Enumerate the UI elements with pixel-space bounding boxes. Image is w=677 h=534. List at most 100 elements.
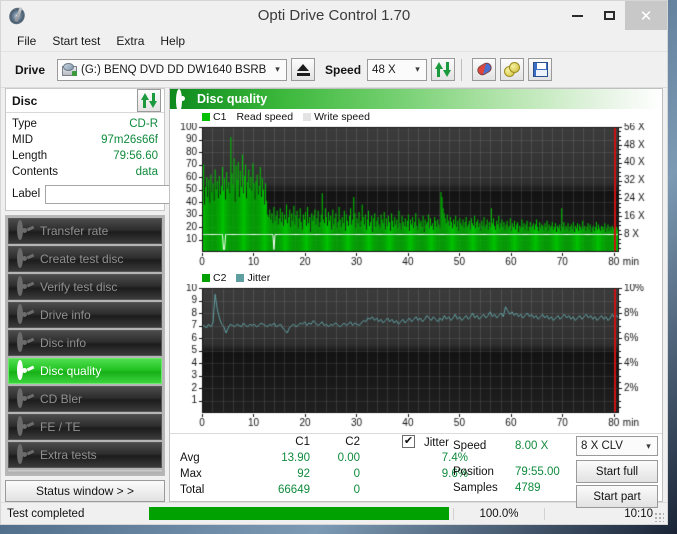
disc-row-value: CD-R: [129, 118, 158, 130]
content-area: Disc Type CD-R MID 97m26s66f Length 79:5…: [1, 88, 667, 508]
c1-read-speed-chart: C1 Read speed Write speed: [172, 111, 660, 268]
jitter-checkbox[interactable]: ✔: [402, 435, 415, 448]
maximize-icon: [603, 11, 615, 20]
sidebar: Disc Type CD-R MID 97m26s66f Length 79:5…: [5, 88, 223, 502]
minimize-icon: [571, 14, 583, 17]
save-button[interactable]: [528, 58, 553, 81]
bitsetting-icon: [503, 61, 521, 78]
menu-bar: File Start test Extra Help: [1, 30, 667, 52]
sidebar-item-transfer-rate[interactable]: Transfer rate: [8, 218, 162, 244]
position-value: 79:55.00: [515, 466, 560, 478]
maximize-button[interactable]: [593, 1, 625, 30]
menu-item-start-test[interactable]: Start test: [44, 32, 108, 50]
c2-jitter-chart: C2 Jitter: [172, 272, 660, 429]
legend-label-read-speed: Read speed: [236, 111, 294, 123]
sidebar-item-cd-bler[interactable]: CD Bler: [8, 386, 162, 412]
disc-panel-title: Disc: [12, 93, 38, 108]
sidebar-item-label: Disc info: [40, 336, 87, 350]
chevron-down-icon: ▾: [415, 64, 420, 74]
sidebar-item-disc-quality[interactable]: Disc quality: [8, 358, 162, 384]
sidebar-item-create-test-disc[interactable]: Create test disc: [8, 246, 162, 272]
erase-disc-button[interactable]: [472, 58, 497, 81]
disc-icon: [17, 220, 35, 240]
refresh-button[interactable]: [431, 58, 456, 81]
erase-disc-icon: [475, 60, 494, 78]
elapsed-time: 10:10: [624, 507, 653, 520]
progress-bar: [149, 507, 449, 520]
speed-readout-label: Speed: [453, 440, 487, 452]
chevron-down-icon: ▾: [275, 64, 280, 74]
c2-plot-area[interactable]: [172, 284, 660, 429]
disc-icon: [17, 248, 35, 268]
sidebar-item-extra-tests[interactable]: Extra tests: [8, 442, 162, 468]
eject-button[interactable]: [291, 58, 316, 81]
disc-row-key: Type: [12, 118, 37, 130]
disc-properties: Type CD-R MID 97m26s66f Length 79:56.60: [6, 113, 223, 210]
sidebar-item-verify-test-disc[interactable]: Verify test disc: [8, 274, 162, 300]
disc-panel-header: Disc: [6, 89, 164, 113]
write-strategy-select[interactable]: 8 X CLV ▾: [576, 436, 658, 456]
menu-item-extra[interactable]: Extra: [108, 32, 152, 50]
stats-max-c2: 0: [353, 468, 360, 480]
sidebar-item-label: Disc quality: [40, 364, 102, 378]
disc-row-mid: MID 97m26s66f: [12, 132, 158, 148]
c1-plot-area[interactable]: [172, 123, 660, 268]
start-part-button[interactable]: Start part: [576, 485, 658, 508]
drive-select[interactable]: (G:) BENQ DVD DD DW1640 BSRB ▾: [57, 58, 288, 81]
disc-row-value: data: [135, 166, 158, 178]
legend-swatch-c1: [202, 113, 210, 121]
jitter-check-icon: ✔: [402, 435, 415, 448]
legend-label-c1: C1: [213, 111, 227, 123]
samples-value: 4789: [515, 482, 541, 494]
disc-row-key: Length: [12, 150, 48, 162]
c1-plot-canvas: [172, 123, 659, 268]
close-button[interactable]: ✕: [625, 1, 667, 30]
disc-icon: [176, 89, 190, 112]
save-icon: [532, 62, 548, 77]
sidebar-item-disc-info[interactable]: Disc info: [8, 330, 162, 356]
sidebar-item-drive-info[interactable]: Drive info: [8, 302, 162, 328]
speed-label: Speed: [325, 62, 362, 77]
app-icon: [7, 5, 29, 27]
progress-percent: 100.0%: [453, 507, 545, 520]
toolbar-divider: [461, 58, 463, 81]
legend-label-write-speed: Write speed: [314, 111, 370, 123]
c2-plot-canvas: [172, 284, 659, 429]
start-full-button[interactable]: Start full: [576, 460, 658, 483]
status-window-button[interactable]: Status window > >: [5, 480, 165, 502]
legend-swatch-write-speed: [303, 113, 312, 121]
menu-item-help[interactable]: Help: [152, 32, 193, 50]
menu-item-file[interactable]: File: [9, 32, 44, 50]
progress-bar-fill: [149, 507, 449, 520]
refresh-icon: [141, 93, 157, 108]
window-controls: ✕: [561, 1, 667, 30]
sidebar-item-label: FE / TE: [40, 420, 81, 434]
c1-chart-legend: C1 Read speed Write speed: [172, 111, 660, 123]
sidebar-item-fe-te[interactable]: FE / TE: [8, 414, 162, 440]
disc-row-contents: Contents data: [12, 164, 158, 180]
disc-refresh-button[interactable]: [137, 89, 161, 112]
disc-icon: [17, 360, 35, 380]
stats-panel: C1 C2 Avg 13.90 0.00 Max 92 0 Total 6664…: [170, 433, 662, 508]
disc-row-type: Type CD-R: [12, 116, 158, 132]
optical-drive-icon: [62, 62, 78, 77]
refresh-icon: [435, 62, 452, 77]
sidebar-item-label: Extra tests: [40, 448, 97, 462]
disc-icon: [17, 416, 35, 436]
resize-grip[interactable]: [654, 512, 664, 522]
bitsetting-button[interactable]: [500, 58, 525, 81]
disc-icon: [17, 444, 35, 464]
disc-icon: [17, 388, 35, 408]
speed-select[interactable]: 48 X ▾: [367, 58, 428, 81]
legend-swatch-c2: [202, 274, 210, 282]
charts-container: C1 Read speed Write speed C2 Jitter: [170, 109, 662, 433]
sidebar-item-label: Verify test disc: [40, 280, 118, 294]
desktop-background: Opti Drive Control 1.70 ✕ File Start tes…: [0, 0, 677, 534]
sidebar-item-label: Transfer rate: [40, 224, 109, 238]
minimize-button[interactable]: [561, 1, 593, 30]
samples-label: Samples: [453, 482, 498, 494]
sidebar-item-label: CD Bler: [40, 392, 83, 406]
stats-row-key-total: Total: [180, 484, 205, 496]
stats-total-c2: 0: [353, 484, 360, 496]
legend-label-c2: C2: [213, 272, 227, 284]
